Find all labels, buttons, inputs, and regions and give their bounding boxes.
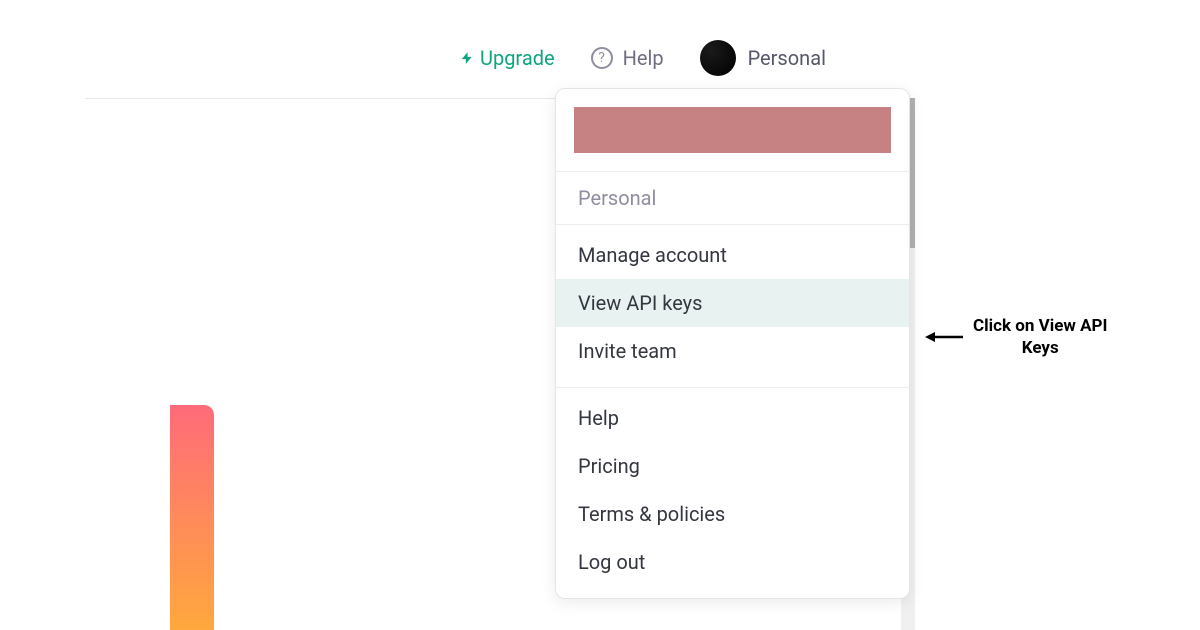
menu-item-manage-account[interactable]: Manage account <box>556 231 909 279</box>
lightning-icon <box>460 49 474 67</box>
upgrade-label: Upgrade <box>480 46 555 70</box>
redacted-user-info <box>574 107 891 153</box>
account-dropdown-menu: Personal Manage account View API keys In… <box>555 88 910 599</box>
menu-item-help[interactable]: Help <box>556 394 909 442</box>
menu-item-view-api-keys[interactable]: View API keys <box>556 279 909 327</box>
question-icon: ? <box>591 47 613 69</box>
arrow-left-icon <box>925 327 965 347</box>
menu-item-invite-team[interactable]: Invite team <box>556 327 909 375</box>
menu-section: Personal <box>556 171 909 224</box>
menu-item-logout[interactable]: Log out <box>556 538 909 586</box>
personal-label: Personal <box>748 46 826 70</box>
menu-item-pricing[interactable]: Pricing <box>556 442 909 490</box>
menu-section-header: Personal <box>556 172 909 224</box>
menu-group-links: Help Pricing Terms & policies Log out <box>556 387 909 598</box>
menu-item-terms[interactable]: Terms & policies <box>556 490 909 538</box>
menu-group-account: Manage account View API keys Invite team <box>556 224 909 387</box>
personal-account-button[interactable]: Personal <box>700 40 826 76</box>
top-bar: Upgrade ? Help Personal <box>0 40 1200 76</box>
avatar <box>700 40 736 76</box>
upgrade-button[interactable]: Upgrade <box>460 46 555 70</box>
gradient-decoration <box>170 405 214 630</box>
help-label: Help <box>623 46 664 70</box>
annotation-text: Click on View API Keys <box>973 315 1107 359</box>
annotation-callout: Click on View API Keys <box>925 315 1107 359</box>
help-button[interactable]: ? Help <box>591 46 664 70</box>
